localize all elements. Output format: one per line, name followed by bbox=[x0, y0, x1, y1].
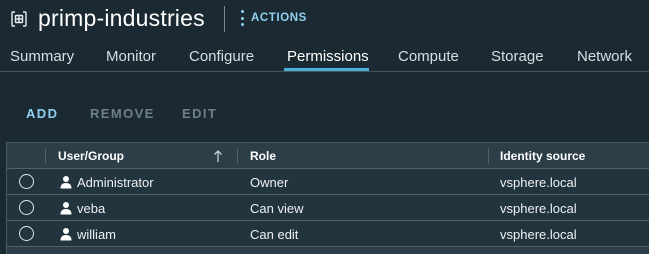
tab-compute[interactable]: Compute bbox=[398, 48, 459, 65]
column-header-user-group[interactable]: User/Group bbox=[58, 149, 124, 163]
column-separator bbox=[237, 148, 238, 164]
active-tab-indicator bbox=[284, 68, 369, 71]
actions-button[interactable]: ACTIONS bbox=[240, 8, 307, 28]
identity-source-cell: vsphere.local bbox=[500, 227, 577, 242]
permissions-grid: User/Group Role Identity source Administ… bbox=[6, 142, 649, 254]
remove-button[interactable]: REMOVE bbox=[90, 106, 155, 121]
user-group-cell: william bbox=[77, 227, 116, 242]
column-header-identity-source[interactable]: Identity source bbox=[500, 149, 585, 163]
identity-source-cell: vsphere.local bbox=[500, 175, 577, 190]
table-row[interactable]: Administrator Owner vsphere.local bbox=[7, 169, 649, 195]
edit-button[interactable]: EDIT bbox=[182, 106, 217, 121]
tab-storage[interactable]: Storage bbox=[491, 48, 544, 65]
user-icon bbox=[59, 227, 73, 241]
object-header: primp-industries ACTIONS bbox=[0, 0, 649, 38]
user-icon bbox=[59, 201, 73, 215]
tab-monitor[interactable]: Monitor bbox=[106, 48, 156, 65]
user-group-cell: Administrator bbox=[77, 175, 154, 190]
tab-bar: Summary Monitor Configure Permissions Co… bbox=[0, 38, 649, 72]
table-row[interactable]: william Can edit vsphere.local bbox=[7, 221, 649, 247]
arrow-up-icon[interactable] bbox=[213, 149, 223, 163]
row-select-radio[interactable] bbox=[19, 174, 34, 189]
user-icon bbox=[59, 175, 73, 189]
tab-network[interactable]: Network bbox=[577, 48, 632, 65]
column-header-role[interactable]: Role bbox=[250, 149, 276, 163]
table-row[interactable]: veba Can view vsphere.local bbox=[7, 195, 649, 221]
header-divider bbox=[224, 6, 225, 32]
datacenter-icon bbox=[10, 10, 28, 28]
grid-header: User/Group Role Identity source bbox=[7, 143, 649, 169]
role-cell: Owner bbox=[250, 175, 289, 190]
actions-label: ACTIONS bbox=[251, 12, 307, 24]
user-group-cell: veba bbox=[77, 201, 106, 216]
column-separator bbox=[488, 148, 489, 164]
grid-footer bbox=[7, 247, 649, 254]
column-separator bbox=[45, 148, 46, 164]
identity-source-cell: vsphere.local bbox=[500, 201, 577, 216]
row-select-radio[interactable] bbox=[19, 200, 34, 215]
tab-summary[interactable]: Summary bbox=[10, 48, 74, 65]
tab-configure[interactable]: Configure bbox=[189, 48, 254, 65]
page-title: primp-industries bbox=[38, 5, 205, 31]
role-cell: Can edit bbox=[250, 227, 299, 242]
vertical-ellipsis-icon bbox=[240, 10, 244, 26]
add-button[interactable]: ADD bbox=[26, 106, 58, 121]
tab-permissions[interactable]: Permissions bbox=[287, 48, 369, 65]
row-select-radio[interactable] bbox=[19, 226, 34, 241]
role-cell: Can view bbox=[250, 201, 304, 216]
